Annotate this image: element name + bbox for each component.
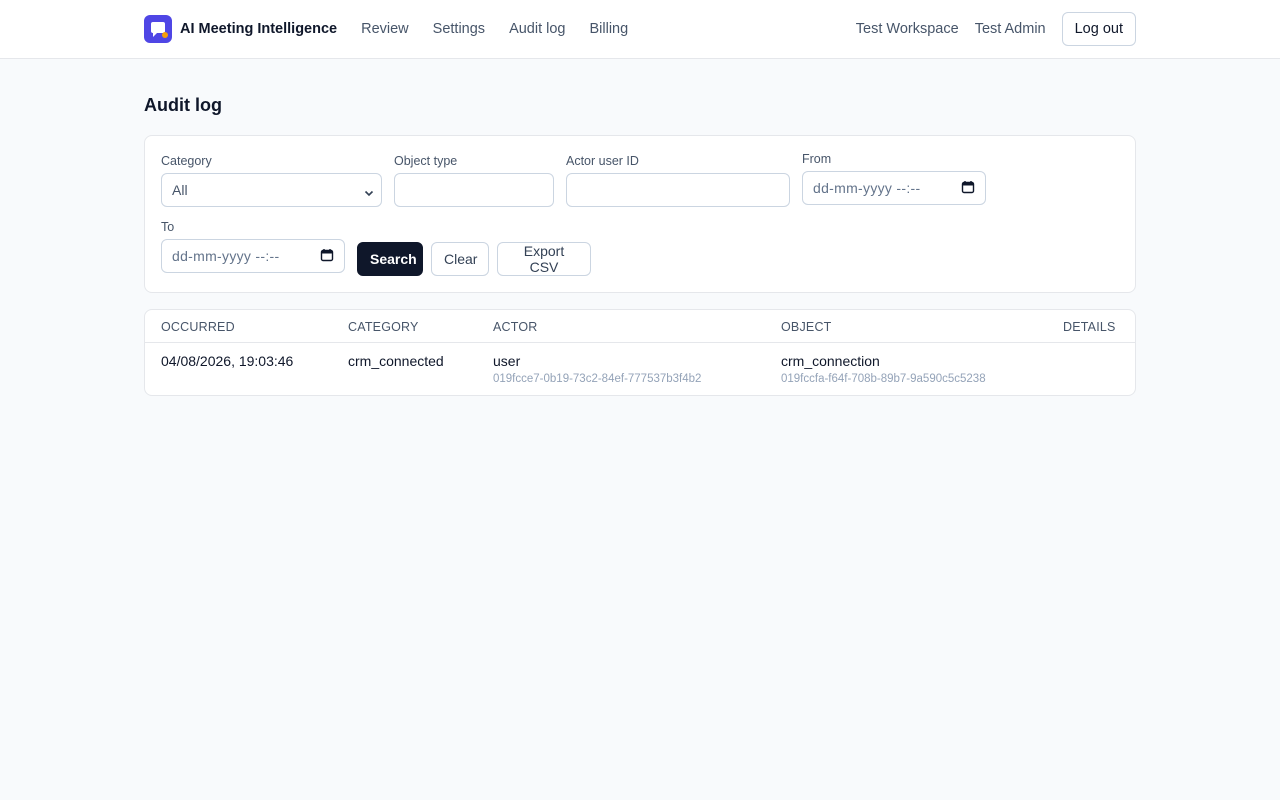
from-field: From dd-mm-yyyy --:-- [802, 152, 986, 205]
from-label: From [802, 152, 832, 166]
page-title: Audit log [144, 95, 222, 115]
nav-settings[interactable]: Settings [433, 21, 485, 37]
brand-link[interactable]: AI Meeting Intelligence [144, 15, 337, 43]
main-nav: Review Settings Audit log Billing [361, 21, 652, 37]
actor-user-id-label: Actor user ID [566, 154, 639, 168]
calendar-icon[interactable] [320, 248, 334, 265]
to-datetime-input[interactable]: dd-mm-yyyy --:-- [161, 239, 345, 273]
audit-log-table: Occurred Category Actor Object Details 0… [144, 309, 1136, 396]
object-type-field: Object type [394, 154, 554, 207]
account-area: Test Workspace Test Admin Log out [840, 12, 1136, 46]
column-header-object: Object [781, 320, 832, 334]
category-label: Category [161, 154, 212, 168]
nav-audit-log[interactable]: Audit log [509, 21, 565, 37]
object-type-label: Object type [394, 154, 458, 168]
actor-user-id-input[interactable] [566, 173, 790, 207]
table-header-divider [145, 342, 1135, 343]
nav-billing[interactable]: Billing [590, 21, 629, 37]
column-header-actor: Actor [493, 320, 538, 334]
export-csv-button[interactable]: Export CSV [497, 242, 591, 276]
cell-occurred: 04/08/2026, 19:03:46 [161, 353, 294, 369]
object-type-input[interactable] [394, 173, 554, 207]
to-field: To dd-mm-yyyy --:-- [161, 220, 345, 273]
category-select-value: All [172, 182, 188, 198]
clear-button[interactable]: Clear [431, 242, 489, 276]
column-header-category: Category [348, 320, 419, 334]
nav-review[interactable]: Review [361, 21, 409, 37]
category-select[interactable]: All [161, 173, 382, 207]
to-placeholder: dd-mm-yyyy --:-- [172, 248, 280, 264]
main-content: Audit log Category All Object type Actor… [144, 59, 1136, 396]
to-label: To [161, 220, 175, 234]
brand-name: AI Meeting Intelligence [180, 21, 338, 37]
category-field: Category All [161, 154, 382, 207]
cell-actor-type: user [493, 353, 521, 369]
user-name: Test Admin [974, 21, 1046, 37]
top-navbar: AI Meeting Intelligence Review Settings … [0, 0, 1280, 59]
cell-object-type: crm_connection [781, 353, 880, 369]
column-header-occurred: Occurred [161, 320, 235, 334]
cell-object-id: 019fccfa-f64f-708b-89b7-9a590c5c5238 [781, 373, 986, 385]
cell-actor-id: 019fcce7-0b19-73c2-84ef-777537b3f4b2 [493, 373, 702, 385]
search-button[interactable]: Search [357, 242, 423, 276]
workspace-name: Test Workspace [855, 21, 959, 37]
chat-bubble-logo-icon [144, 15, 172, 43]
calendar-icon[interactable] [961, 180, 975, 197]
from-datetime-input[interactable]: dd-mm-yyyy --:-- [802, 171, 986, 205]
logout-button[interactable]: Log out [1061, 12, 1136, 46]
column-header-details: Details [1063, 320, 1116, 334]
from-placeholder: dd-mm-yyyy --:-- [813, 180, 921, 196]
actor-user-id-field: Actor user ID [566, 154, 790, 207]
filter-panel: Category All Object type Actor user ID F… [144, 135, 1136, 293]
cell-category: crm_connected [348, 353, 444, 369]
